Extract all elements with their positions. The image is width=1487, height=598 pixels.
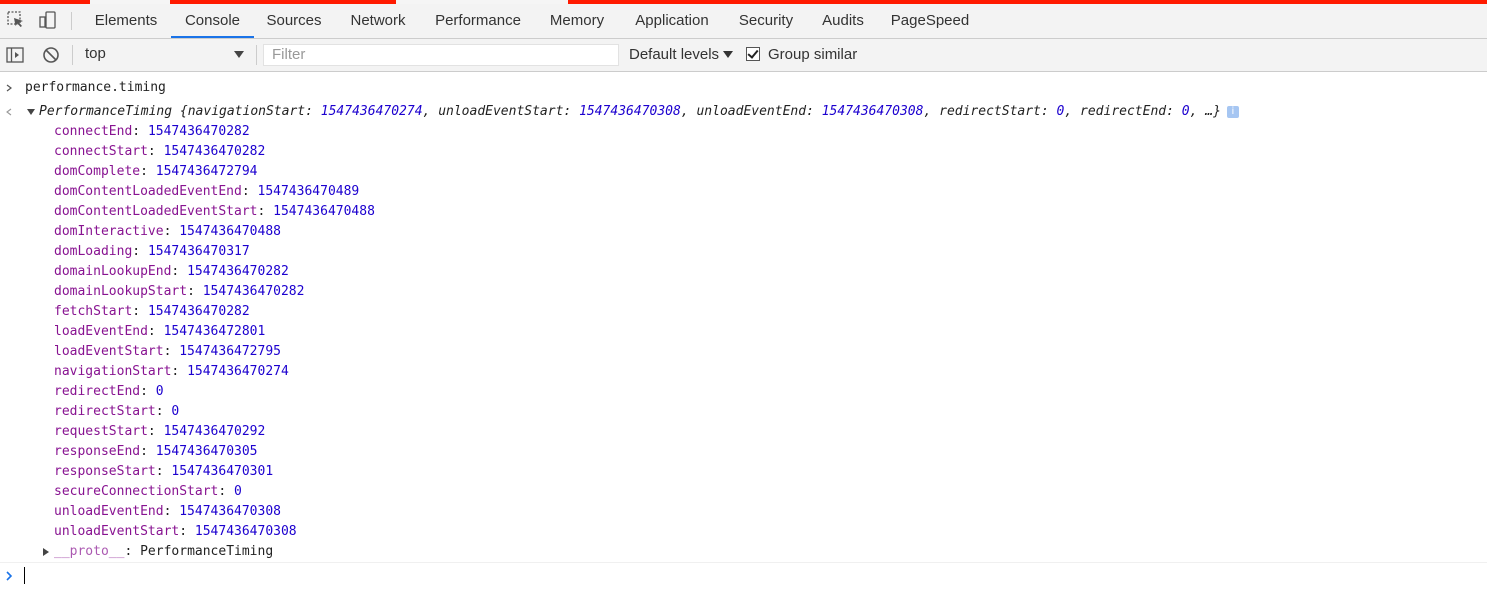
property-value: 1547436470282 bbox=[147, 304, 250, 319]
property-key: loadEventEnd bbox=[54, 324, 148, 339]
tab-sources[interactable]: Sources bbox=[256, 4, 332, 38]
chevron-right-icon bbox=[6, 84, 12, 92]
property-value: 1547436470282 bbox=[147, 124, 250, 139]
property-key: secureConnectionStart bbox=[54, 484, 219, 499]
property-key: loadEventStart bbox=[54, 344, 164, 359]
property-key: navigationStart bbox=[54, 364, 172, 379]
property-value: 1547436470292 bbox=[163, 424, 266, 439]
object-type: PerformanceTiming bbox=[39, 104, 173, 119]
console-toolbar: top Filter Default levels Group similar bbox=[0, 39, 1487, 72]
toolbar-separator bbox=[72, 45, 73, 65]
summary-key: unloadEventStart bbox=[438, 104, 564, 119]
clear-console-icon[interactable] bbox=[42, 46, 60, 64]
property-key: unloadEventStart bbox=[54, 524, 180, 539]
log-levels-dropdown[interactable]: Default levels bbox=[629, 46, 719, 63]
tab-application[interactable]: Application bbox=[621, 4, 723, 38]
property-value: 1547436470282 bbox=[202, 284, 305, 299]
tab-console[interactable]: Console bbox=[171, 4, 254, 38]
property-value: 1547436470317 bbox=[147, 244, 250, 259]
property-key: connectStart bbox=[54, 144, 148, 159]
info-icon[interactable]: i bbox=[1226, 105, 1239, 118]
tab-security[interactable]: Security bbox=[727, 4, 805, 38]
proto-key: __proto__ bbox=[54, 544, 125, 559]
filter-input[interactable]: Filter bbox=[263, 44, 619, 66]
context-selector[interactable]: top bbox=[80, 44, 250, 66]
property-value: 1547436470308 bbox=[179, 504, 281, 519]
tab-memory[interactable]: Memory bbox=[537, 4, 617, 38]
summary-value: 0 bbox=[1181, 104, 1190, 119]
console-prompt-input[interactable] bbox=[24, 567, 25, 584]
summary-key: navigationStart bbox=[187, 104, 306, 119]
tab-network[interactable]: Network bbox=[335, 4, 421, 38]
console-output: performance.timing PerformanceTiming {na… bbox=[0, 72, 1487, 598]
prompt-chevron-icon bbox=[6, 571, 13, 581]
context-label: top bbox=[85, 45, 106, 62]
property-key: domContentLoadedEventStart bbox=[54, 204, 258, 219]
property-value: 1547436470305 bbox=[155, 444, 258, 459]
proto-value: PerformanceTiming bbox=[140, 544, 274, 559]
tab-pagespeed[interactable]: PageSpeed bbox=[881, 4, 979, 38]
property-key: domLoading bbox=[54, 244, 133, 259]
property-key: connectEnd bbox=[54, 124, 133, 139]
property-key: fetchStart bbox=[54, 304, 133, 319]
summary-value: 1547436470274 bbox=[320, 104, 423, 119]
property-key: domainLookupStart bbox=[54, 284, 188, 299]
summary-key: redirectEnd bbox=[1080, 104, 1167, 119]
property-value: 0 bbox=[171, 404, 180, 419]
summary-ellipsis: …} bbox=[1205, 104, 1221, 119]
property-key: domComplete bbox=[54, 164, 141, 179]
property-value: 1547436470282 bbox=[187, 264, 289, 279]
console-sidebar-icon[interactable] bbox=[6, 46, 24, 64]
input-command: performance.timing bbox=[25, 80, 166, 95]
property-value: 1547436470488 bbox=[273, 204, 375, 219]
property-value: 0 bbox=[234, 484, 242, 499]
toolbar-separator bbox=[256, 45, 257, 65]
property-key: domContentLoadedEventEnd bbox=[54, 184, 242, 199]
property-key: requestStart bbox=[54, 424, 148, 439]
property-value: 1547436470488 bbox=[179, 224, 281, 239]
property-value: 1547436472794 bbox=[155, 164, 258, 179]
object-summary[interactable]: PerformanceTiming {navigationStart: 1547… bbox=[39, 102, 1239, 122]
property-value: 1547436470301 bbox=[171, 464, 274, 479]
property-value: 1547436470274 bbox=[187, 364, 289, 379]
property-value: 1547436470308 bbox=[194, 524, 297, 539]
property-value: 1547436470282 bbox=[163, 144, 266, 159]
property-key: redirectEnd bbox=[54, 384, 141, 399]
property-key: domainLookupEnd bbox=[54, 264, 172, 279]
prompt-divider bbox=[0, 562, 1487, 563]
tab-audits[interactable]: Audits bbox=[810, 4, 876, 38]
tabbar-separator bbox=[71, 12, 72, 30]
collapse-triangle-icon[interactable] bbox=[43, 548, 49, 556]
levels-dropdown-icon[interactable] bbox=[723, 51, 733, 58]
context-dropdown-icon bbox=[234, 51, 244, 58]
devtools-tabbar: Elements Console Sources Network Perform… bbox=[0, 4, 1487, 39]
property-value: 1547436472795 bbox=[179, 344, 281, 359]
property-key: domInteractive bbox=[54, 224, 164, 239]
group-similar-checkbox[interactable] bbox=[746, 47, 760, 61]
tab-performance[interactable]: Performance bbox=[424, 4, 532, 38]
expand-triangle-icon[interactable] bbox=[27, 109, 35, 115]
inspect-element-icon[interactable] bbox=[6, 10, 26, 30]
property-key: responseStart bbox=[54, 464, 156, 479]
summary-value: 1547436470308 bbox=[579, 104, 681, 119]
tab-elements[interactable]: Elements bbox=[83, 4, 169, 38]
property-value: 0 bbox=[155, 384, 164, 399]
property-value: 1547436472801 bbox=[163, 324, 266, 339]
summary-key: unloadEventEnd bbox=[696, 104, 807, 119]
summary-value: 1547436470308 bbox=[821, 104, 924, 119]
property-key: responseEnd bbox=[54, 444, 141, 459]
summary-key: redirectStart bbox=[939, 104, 1041, 119]
property-key: redirectStart bbox=[54, 404, 156, 419]
property-key: unloadEventEnd bbox=[54, 504, 164, 519]
device-toolbar-icon[interactable] bbox=[38, 10, 58, 30]
result-arrow-icon bbox=[6, 108, 12, 116]
group-similar-label: Group similar bbox=[768, 46, 858, 63]
console-result-entry: PerformanceTiming {navigationStart: 1547… bbox=[0, 102, 1487, 122]
property-value: 1547436470489 bbox=[257, 184, 360, 199]
